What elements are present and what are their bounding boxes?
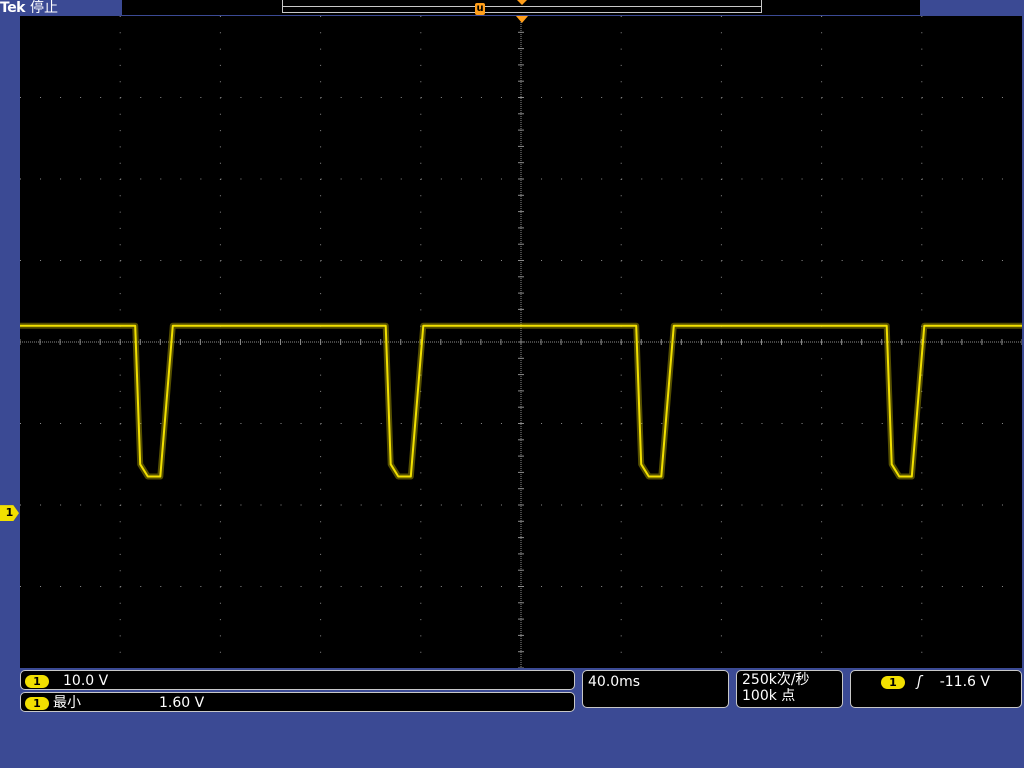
trigger-source-badge: 1: [881, 675, 905, 689]
ch1-vertical-scale-readout[interactable]: 1 10.0 V: [20, 670, 575, 690]
ch1-badge: 1: [25, 674, 49, 688]
brand-logo: Tek: [0, 0, 26, 16]
rising-edge-icon: ʃ: [917, 674, 922, 690]
top-bar-spacer: [920, 0, 1024, 16]
ch1-trace-line: [20, 324, 1022, 478]
ch1-scale-value: 10.0 V: [63, 673, 109, 689]
sample-rate: 250k次/秒: [742, 672, 810, 688]
acquisition-readout[interactable]: 250k次/秒 100k 点: [736, 670, 843, 708]
ch1-ground-reference-marker[interactable]: 1: [0, 505, 19, 522]
measurement-readout[interactable]: 1 最小 1.60 V: [20, 692, 575, 712]
record-window-line: [283, 6, 761, 7]
trigger-readout[interactable]: 1 ʃ -11.6 V: [850, 670, 1022, 708]
ch1-waveform: [20, 322, 1022, 480]
timebase-value: 40.0ms: [588, 674, 641, 690]
measurement-channel-badge: 1: [25, 696, 49, 710]
record-window-right-edge: [761, 0, 762, 13]
record-length: 100k 点: [742, 688, 796, 704]
record-trigger-point-label: u: [475, 3, 485, 15]
record-trigger-arrow-icon: [517, 0, 527, 5]
horizontal-timebase-readout[interactable]: 40.0ms: [582, 670, 729, 708]
waveform-graticule[interactable]: [20, 16, 1022, 668]
trigger-position-arrow-icon[interactable]: [516, 16, 528, 23]
status-area: Tek 停止: [0, 0, 122, 16]
measurement-value: 1.60 V: [159, 695, 205, 711]
record-view-bar[interactable]: u: [122, 0, 920, 16]
top-status-bar: Tek 停止 u: [0, 0, 1024, 16]
acquisition-state: 停止: [30, 0, 58, 16]
trigger-level-value: -11.6 V: [939, 674, 990, 690]
measurement-type-label: 最小: [53, 695, 81, 711]
